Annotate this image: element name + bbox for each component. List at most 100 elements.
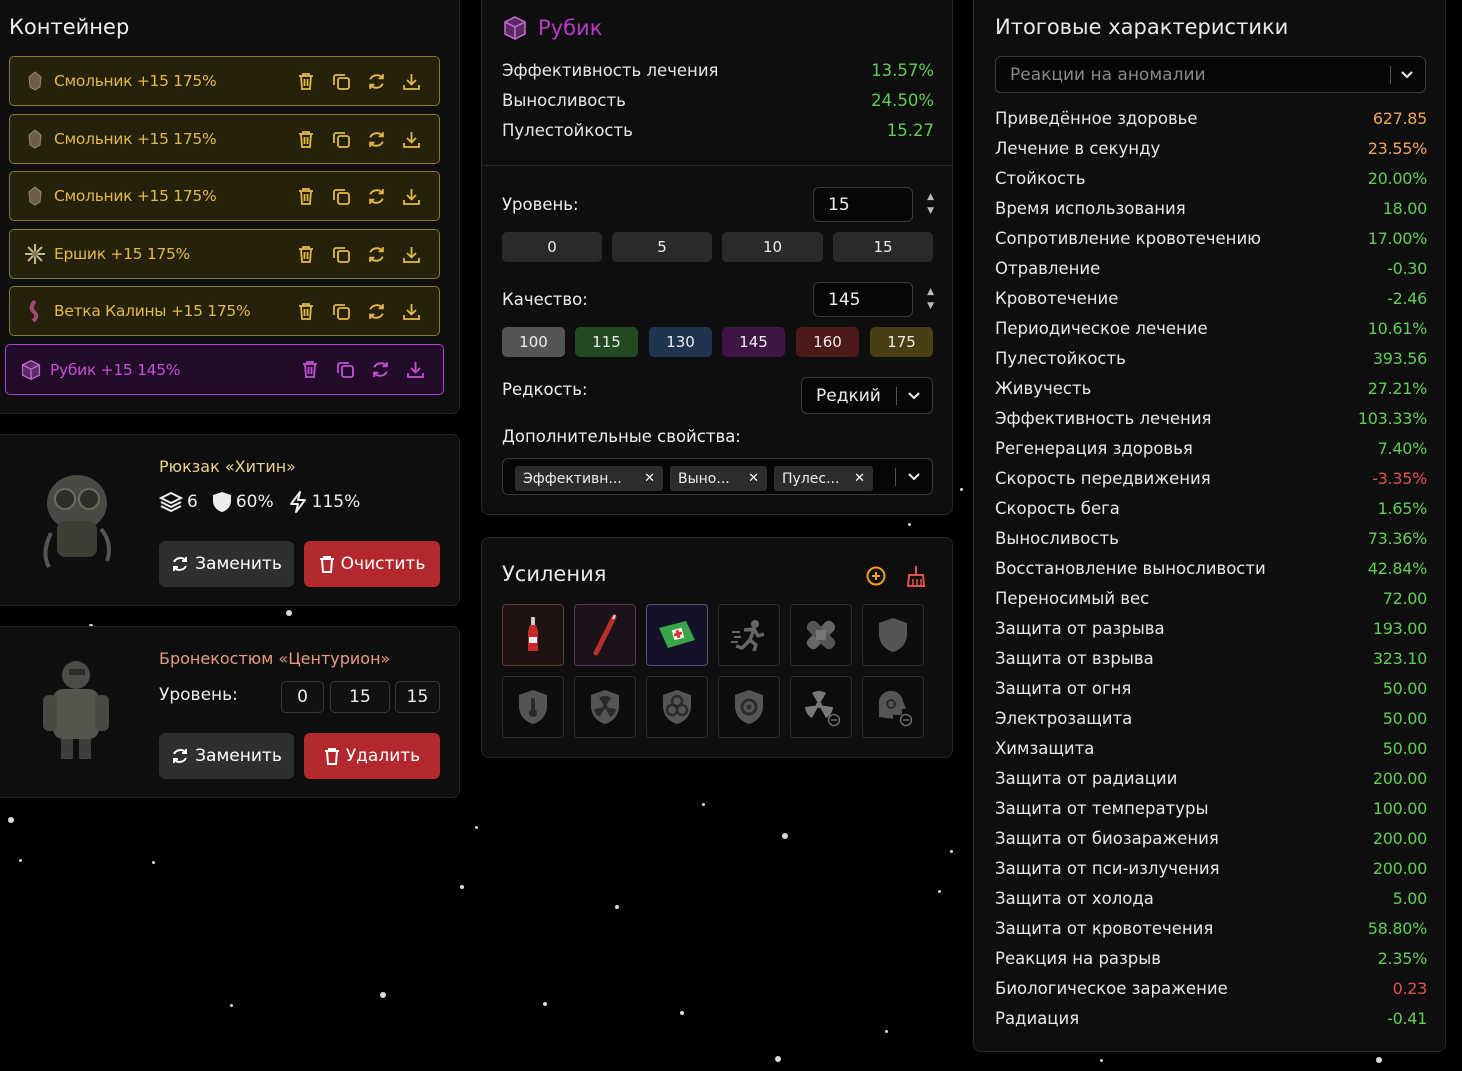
- boost-slot[interactable]: [862, 676, 924, 738]
- container-item-actions: [296, 69, 421, 93]
- boost-slot[interactable]: [790, 676, 852, 738]
- download-icon[interactable]: [401, 127, 421, 151]
- container-item-label: Смольник +15 175%: [54, 72, 217, 90]
- level-preset-button[interactable]: 10: [722, 232, 823, 262]
- refresh-icon[interactable]: [366, 184, 386, 208]
- total-stat-row: Скорость передвижения -3.35%: [995, 467, 1427, 489]
- totals-filter-select[interactable]: Реакции на аномалии: [995, 56, 1426, 93]
- close-icon[interactable]: ✕: [854, 471, 865, 486]
- artifact-prop: Выносливость 24.50%: [502, 91, 934, 110]
- container-item[interactable]: Смольник +15 175%: [9, 114, 440, 164]
- boost-slot[interactable]: [718, 676, 780, 738]
- trash-icon[interactable]: [300, 357, 320, 381]
- backpack-clear-button[interactable]: Очистить: [304, 541, 440, 587]
- total-stat-value: 17.00%: [1367, 228, 1428, 248]
- quality-spinner[interactable]: ▲ ▼: [927, 285, 934, 313]
- refresh-icon[interactable]: [366, 127, 386, 151]
- star-dot: [960, 488, 963, 491]
- quality-preset-button[interactable]: 175: [870, 327, 933, 357]
- armor-level-max[interactable]: 15: [395, 681, 440, 713]
- total-stat-name: Защита от биозаражения: [995, 828, 1219, 848]
- select-separator: [1390, 66, 1391, 84]
- boost-slot[interactable]: [574, 604, 636, 666]
- close-icon[interactable]: ✕: [748, 471, 759, 486]
- refresh-icon[interactable]: [366, 69, 386, 93]
- total-stat-row: Эффективность лечения 103.33%: [995, 407, 1427, 429]
- container-item[interactable]: Смольник +15 175%: [9, 171, 440, 221]
- container-item[interactable]: Ветка Калины +15 175%: [9, 286, 440, 336]
- quality-input[interactable]: 145 ▲ ▼: [813, 282, 934, 317]
- boost-slot[interactable]: [502, 604, 564, 666]
- total-stat-name: Приведённое здоровье: [995, 108, 1198, 128]
- backpack-card: Рюкзак «Хитин» 6 60% 115% Заменить Очист…: [0, 434, 460, 606]
- total-stat-value: 100.00: [1372, 798, 1427, 818]
- armor-card: Бронекостюм «Центурион» Уровень: 0 15 15…: [0, 626, 460, 798]
- boost-slot[interactable]: [574, 676, 636, 738]
- armor-delete-button[interactable]: Удалить: [304, 733, 440, 779]
- quality-preset-button[interactable]: 145: [722, 327, 785, 357]
- copy-icon[interactable]: [335, 357, 355, 381]
- level-preset-button[interactable]: 0: [502, 232, 602, 262]
- refresh-icon[interactable]: [366, 242, 386, 266]
- level-preset-button[interactable]: 15: [833, 232, 933, 262]
- total-stat-value: 5.00: [1392, 888, 1428, 908]
- trash-icon[interactable]: [296, 127, 316, 151]
- container-item[interactable]: Ершик +15 175%: [9, 229, 440, 279]
- level-preset-button[interactable]: 5: [612, 232, 712, 262]
- total-stat-row: Лечение в секунду 23.55%: [995, 137, 1427, 159]
- level-input[interactable]: 15 ▲ ▼: [813, 187, 934, 222]
- chevron-down-icon: [908, 473, 920, 481]
- boost-slot[interactable]: [502, 676, 564, 738]
- armor-replace-button[interactable]: Заменить: [159, 733, 294, 779]
- quality-preset-button[interactable]: 100: [502, 327, 565, 357]
- total-stat-row: Защита от температуры 100.00: [995, 797, 1427, 819]
- boost-slot[interactable]: [646, 676, 708, 738]
- total-stat-row: Защита от кровотечения 58.80%: [995, 917, 1427, 939]
- armor-level-min[interactable]: 0: [281, 681, 324, 713]
- star-dot: [775, 1056, 781, 1062]
- trash-icon[interactable]: [296, 299, 316, 323]
- add-circle-icon[interactable]: [866, 566, 886, 586]
- star-dot: [380, 992, 386, 998]
- backpack-replace-button[interactable]: Заменить: [159, 541, 294, 587]
- total-stat-row: Скорость бега 1.65%: [995, 497, 1427, 519]
- copy-icon[interactable]: [331, 127, 351, 151]
- trash-icon[interactable]: [296, 69, 316, 93]
- download-icon[interactable]: [401, 299, 421, 323]
- level-spinner[interactable]: ▲ ▼: [927, 190, 934, 218]
- boost-slot[interactable]: [718, 604, 780, 666]
- anti-radiation-icon: [801, 687, 841, 727]
- container-item[interactable]: Смольник +15 175%: [9, 56, 440, 106]
- total-stat-name: Выносливость: [995, 528, 1119, 548]
- quality-preset-button[interactable]: 115: [575, 327, 638, 357]
- trash-icon[interactable]: [296, 184, 316, 208]
- copy-icon[interactable]: [331, 69, 351, 93]
- extra-prop-tag: Выно... ✕: [670, 466, 767, 491]
- boost-slot[interactable]: [790, 604, 852, 666]
- download-icon[interactable]: [401, 69, 421, 93]
- refresh-icon[interactable]: [370, 357, 390, 381]
- download-icon[interactable]: [401, 184, 421, 208]
- artifact-title-text: Рубик: [538, 16, 603, 40]
- extra-props-multiselect[interactable]: Эффективн... ✕ Выно... ✕ Пулес... ✕: [502, 458, 933, 495]
- backpack-stats: 6 60% 115%: [159, 491, 368, 513]
- copy-icon[interactable]: [331, 242, 351, 266]
- refresh-icon[interactable]: [366, 299, 386, 323]
- broom-clear-icon[interactable]: [906, 565, 926, 587]
- download-icon[interactable]: [401, 242, 421, 266]
- total-stat-value: 73.36%: [1367, 528, 1428, 548]
- copy-icon[interactable]: [331, 299, 351, 323]
- quality-preset-button[interactable]: 160: [796, 327, 859, 357]
- armor-level-current[interactable]: 15: [330, 681, 390, 713]
- shield-icon: [876, 616, 910, 654]
- trash-icon[interactable]: [296, 242, 316, 266]
- boost-slot[interactable]: [862, 604, 924, 666]
- rarity-select[interactable]: Редкий: [801, 377, 933, 414]
- download-icon[interactable]: [405, 357, 425, 381]
- copy-icon[interactable]: [331, 184, 351, 208]
- quality-preset-button[interactable]: 130: [649, 327, 712, 357]
- boost-slot[interactable]: [646, 604, 708, 666]
- container-item[interactable]: Рубик +15 145%: [5, 344, 444, 395]
- total-stat-row: Радиация -0.41: [995, 1007, 1427, 1029]
- close-icon[interactable]: ✕: [644, 471, 655, 486]
